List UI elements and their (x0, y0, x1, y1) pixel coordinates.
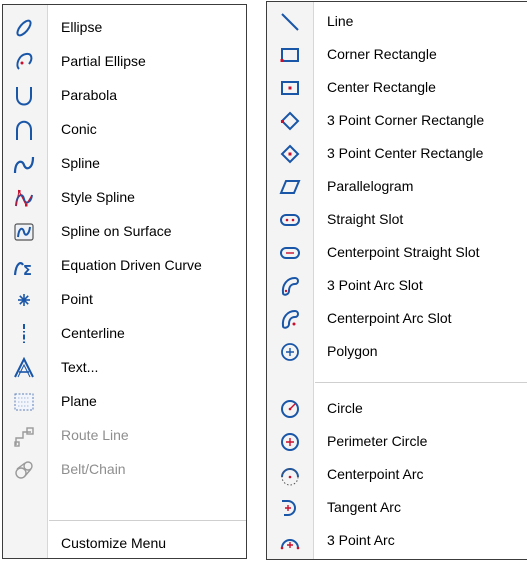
menu-item-tangent-arc[interactable]: Tangent Arc (267, 493, 527, 523)
menu-item-label: Centerline (61, 325, 125, 341)
menu-item-label: Conic (61, 121, 97, 137)
menu-item-label: Plane (61, 393, 97, 409)
menu-item-label: 3 Point Arc (327, 532, 395, 548)
parabola-icon (13, 85, 35, 107)
3-point-arc-icon (279, 530, 301, 552)
menu-item-label: Perimeter Circle (327, 433, 428, 449)
customize-menu-item[interactable]: Customize Menu (3, 529, 246, 559)
menu-item-3-point-corner-rectangle[interactable]: 3 Point Corner Rectangle (267, 106, 527, 136)
menu-item-style-spline[interactable]: Style Spline (3, 183, 246, 213)
menu-item-label: Style Spline (61, 189, 135, 205)
menu-item-label: 3 Point Arc Slot (327, 277, 423, 293)
route-line-icon (13, 425, 35, 447)
menu-item-label: Circle (327, 400, 363, 416)
menu-item-label: 3 Point Center Rectangle (327, 145, 484, 161)
menu-item-label: Spline on Surface (61, 223, 172, 239)
menu-item-centerpoint-straight-slot[interactable]: Centerpoint Straight Slot (267, 238, 527, 268)
menu-item-3-point-arc[interactable]: 3 Point Arc (267, 526, 527, 556)
center-rectangle-icon (279, 77, 301, 99)
centerpoint-arc-slot-icon (279, 308, 301, 330)
menu-item-centerpoint-arc-slot[interactable]: Centerpoint Arc Slot (267, 304, 527, 334)
3-point-corner-rectangle-icon (279, 110, 301, 132)
menu-item-plane[interactable]: Plane (3, 387, 246, 417)
menu-item-label: Parabola (61, 87, 118, 103)
menu-separator (49, 520, 246, 521)
3-point-center-rectangle-icon (279, 143, 301, 165)
menu-item-perimeter-circle[interactable]: Perimeter Circle (267, 427, 527, 457)
menu-item-parallelogram[interactable]: Parallelogram (267, 172, 527, 202)
ellipse-icon (13, 17, 35, 39)
straight-slot-icon (279, 209, 301, 231)
menu-item-polygon[interactable]: Polygon (267, 337, 527, 367)
circle-icon (279, 398, 301, 420)
menu-item-label: Centerpoint Arc (327, 466, 424, 482)
menu-item-label: Line (327, 13, 354, 29)
partial-ellipse-icon (13, 51, 35, 73)
text-icon (13, 357, 35, 379)
conic-icon (13, 119, 35, 141)
menu-item-corner-rectangle[interactable]: Corner Rectangle (267, 40, 527, 70)
menu-item-ellipse[interactable]: Ellipse (3, 13, 246, 43)
menu-item-partial-ellipse[interactable]: Partial Ellipse (3, 47, 246, 77)
centerline-icon (13, 323, 35, 345)
menu-item-label: Corner Rectangle (327, 46, 437, 62)
menu-item-label: Text... (61, 359, 99, 375)
menu-item-straight-slot[interactable]: Straight Slot (267, 205, 527, 235)
menu-item-label: Centerpoint Arc Slot (327, 310, 452, 326)
centerpoint-arc-icon (279, 464, 301, 486)
menu-item-label: Straight Slot (327, 211, 404, 227)
menu-item-label: Customize Menu (61, 535, 167, 551)
point-icon (13, 289, 35, 311)
menu-item-spline-on-surface[interactable]: Spline on Surface (3, 217, 246, 247)
menu-item-spline[interactable]: Spline (3, 149, 246, 179)
menu-item-label: Point (61, 291, 93, 307)
menu-item-belt-chain[interactable]: Belt/Chain (3, 455, 246, 485)
equation-driven-curve-icon: Σ (13, 255, 35, 277)
menu-item-label: Belt/Chain (61, 461, 126, 477)
menu-item-label: Polygon (327, 343, 378, 359)
tangent-arc-icon (279, 497, 301, 519)
polygon-icon (279, 341, 301, 363)
perimeter-circle-icon (279, 431, 301, 453)
line-icon (279, 11, 301, 33)
menu-item-label: Partial Ellipse (61, 53, 146, 69)
menu-separator (315, 382, 527, 383)
menu-item-label: Parallelogram (327, 178, 414, 194)
menu-item-point[interactable]: Point (3, 285, 246, 315)
menu-item-label: Tangent Arc (327, 499, 401, 515)
sketch-entities-menu-left: Ellipse Partial Ellipse Parabola Conic S… (2, 4, 247, 559)
style-spline-icon (13, 187, 35, 209)
menu-item-circle[interactable]: Circle (267, 394, 527, 424)
menu-item-equation-driven-curve[interactable]: Σ Equation Driven Curve (3, 251, 246, 281)
centerpoint-straight-slot-icon (279, 242, 301, 264)
menu-item-centerline[interactable]: Centerline (3, 319, 246, 349)
menu-item-label: Equation Driven Curve (61, 257, 202, 273)
menu-item-centerpoint-arc[interactable]: Centerpoint Arc (267, 460, 527, 490)
menu-item-line[interactable]: Line (267, 7, 527, 37)
menu-item-label: Centerpoint Straight Slot (327, 244, 480, 260)
menu-item-3-point-arc-slot[interactable]: 3 Point Arc Slot (267, 271, 527, 301)
corner-rectangle-icon (279, 44, 301, 66)
menu-item-center-rectangle[interactable]: Center Rectangle (267, 73, 527, 103)
plane-icon (13, 391, 35, 413)
spline-on-surface-icon (13, 221, 35, 243)
menu-item-text[interactable]: Text... (3, 353, 246, 383)
sketch-entities-menu-right: Line Corner Rectangle Center Rectangle 3… (266, 1, 527, 560)
menu-item-conic[interactable]: Conic (3, 115, 246, 145)
menu-item-label: 3 Point Corner Rectangle (327, 112, 485, 128)
svg-text:Σ: Σ (23, 264, 32, 277)
menu-item-route-line[interactable]: Route Line (3, 421, 246, 451)
menu-item-parabola[interactable]: Parabola (3, 81, 246, 111)
menu-item-3-point-center-rectangle[interactable]: 3 Point Center Rectangle (267, 139, 527, 169)
3-point-arc-slot-icon (279, 275, 301, 297)
menu-item-label: Center Rectangle (327, 79, 436, 95)
spline-icon (13, 153, 35, 175)
belt-chain-icon (13, 459, 35, 481)
menu-item-label: Ellipse (61, 19, 103, 35)
menu-item-label: Route Line (61, 427, 129, 443)
parallelogram-icon (279, 176, 301, 198)
menu-item-label: Spline (61, 155, 100, 171)
